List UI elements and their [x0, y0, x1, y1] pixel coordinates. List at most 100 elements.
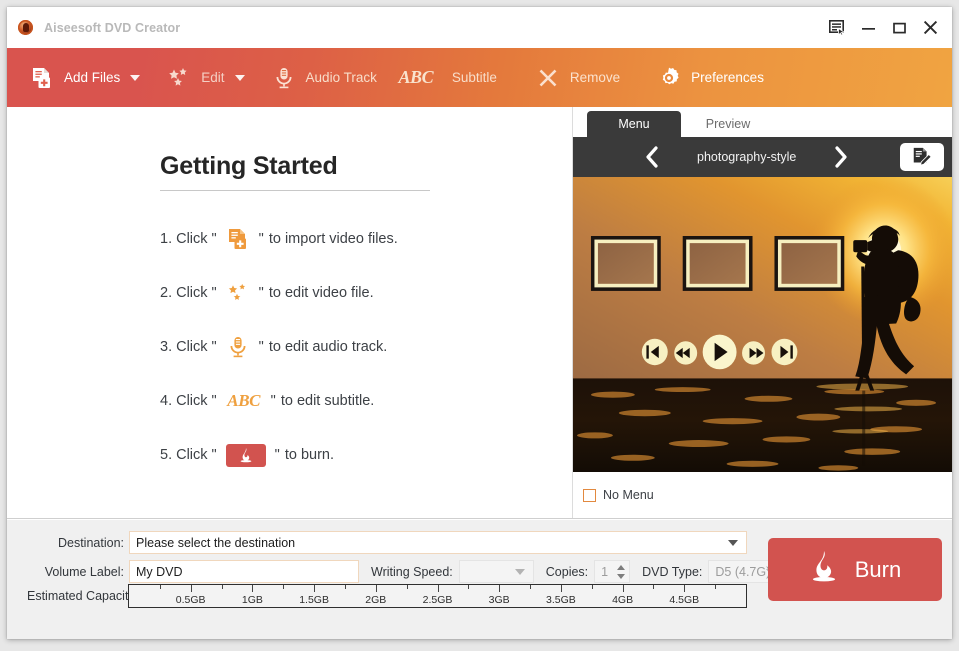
writing-speed-label: Writing Speed: [371, 564, 453, 579]
toolbar-subtitle[interactable]: ABC Subtitle [398, 48, 497, 107]
menu-thumbnail-frames [590, 236, 845, 291]
edit-stars-icon[interactable] [225, 280, 251, 306]
toolbar-label: Remove [569, 70, 621, 85]
capacity-tick-minor [344, 585, 346, 589]
chevron-down-icon[interactable] [130, 74, 141, 81]
capacity-tick-minor [159, 585, 161, 589]
menu-template-selector: photography-style [573, 137, 952, 177]
list-item: 1. Click " " to import video files. [160, 212, 490, 266]
destination-label: Destination: [57, 535, 124, 550]
step-number: 4. [160, 393, 173, 409]
volume-label-input[interactable]: My DVD [129, 560, 359, 583]
quote-open: " [211, 231, 217, 247]
step-text: to burn. [284, 447, 334, 463]
list-item: 3. Click " " to edit audio track. [160, 320, 490, 374]
toolbar-preferences[interactable]: Preferences [656, 48, 764, 107]
chevron-down-icon[interactable] [514, 568, 525, 575]
step-verb: Click [176, 285, 208, 301]
chevron-left-icon[interactable] [635, 137, 669, 177]
capacity-tick-label: 4.5GB [669, 594, 700, 606]
getting-started-title: Getting Started [160, 152, 338, 180]
volume-label-row: Volume Label: My DVD Writing Speed: Copi… [27, 560, 786, 583]
dvd-type-value: D5 (4.7G) [715, 564, 771, 579]
main-content: Getting Started 1. Click " " to import v… [7, 107, 952, 519]
step-number: 1. [160, 231, 173, 247]
copies-value: 1 [601, 564, 609, 579]
capacity-tick-minor [468, 585, 470, 589]
burn-button[interactable]: Burn [768, 538, 942, 601]
toolbar-label: Subtitle [451, 70, 497, 85]
capacity-tick-label: 1.5GB [299, 594, 329, 606]
destination-row: Destination: Please select the destinati… [27, 531, 747, 554]
capacity-ruler: 0.5GB 1GB 1.5GB 2GB 2.5GB 3GB 3.5GB 4GB 4.5GB [128, 584, 747, 608]
page-title: Aiseesoft DVD Creator [44, 20, 181, 35]
menu-template-name: photography-style [697, 150, 797, 164]
capacity-tick-minor [406, 585, 408, 589]
quote-open: " [211, 447, 217, 463]
chevron-down-icon[interactable] [234, 74, 245, 81]
estimated-capacity-label: Estimated Capacity: [27, 589, 139, 603]
close-icon[interactable] [915, 12, 946, 43]
stepper-arrows[interactable] [616, 564, 625, 579]
toolbar-edit[interactable]: Edit [166, 48, 245, 107]
capacity-tick [252, 585, 254, 592]
capacity-tick [437, 585, 439, 592]
application-window: Aiseesoft DVD Creator Add Files Edit Aud… [7, 7, 952, 639]
volume-label-value: My DVD [136, 564, 183, 579]
quote-close: " [258, 231, 264, 247]
toolbar-label: Audio Track [305, 70, 377, 85]
maximize-icon[interactable] [884, 12, 915, 43]
burn-button-icon[interactable] [225, 443, 266, 467]
edit-menu-icon[interactable] [900, 143, 944, 171]
capacity-tick [314, 585, 316, 592]
capacity-tick-label: 3GB [488, 594, 510, 606]
tab-menu[interactable]: Menu [587, 111, 681, 137]
aiseesoft-logo-icon [18, 20, 33, 35]
step-text: to edit subtitle. [280, 393, 375, 409]
abc-icon[interactable]: ABC [225, 388, 263, 414]
step-verb: Click [176, 393, 208, 409]
capacity-tick-label: 2GB [365, 594, 387, 606]
no-menu-checkbox[interactable] [583, 488, 596, 502]
copies-label: Copies: [545, 564, 589, 579]
chevron-right-icon[interactable] [824, 137, 858, 177]
title-bar: Aiseesoft DVD Creator [7, 7, 952, 48]
getting-started-steps: 1. Click " " to import video files. 2. C… [160, 212, 490, 482]
minimize-icon[interactable] [853, 12, 884, 43]
step-number: 2. [160, 285, 173, 301]
getting-started-pane: Getting Started 1. Click " " to import v… [7, 107, 573, 518]
capacity-tick [560, 585, 562, 592]
register-icon[interactable] [822, 12, 853, 43]
burn-button-label: Burn [854, 556, 902, 582]
estimated-capacity-row: Estimated Capacity: [27, 589, 139, 603]
writing-speed-select[interactable] [458, 560, 534, 583]
capacity-tick-minor [591, 585, 593, 589]
no-menu-label: No Menu [603, 488, 654, 502]
capacity-tick-minor [653, 585, 655, 589]
menu-panel: Menu Preview photography-style No Menu [573, 107, 952, 518]
microphone-icon[interactable] [225, 334, 251, 360]
tab-preview[interactable]: Preview [681, 111, 775, 137]
capacity-tick-minor [530, 585, 532, 589]
toolbar-label: Preferences [691, 70, 764, 85]
chevron-down-icon[interactable] [728, 539, 738, 546]
menu-preview-image[interactable] [573, 177, 952, 472]
quote-open: " [211, 393, 217, 409]
add-files-icon [29, 65, 55, 91]
add-files-icon[interactable] [225, 226, 251, 252]
step-number: 5. [160, 447, 173, 463]
dvd-type-label: DVD Type: [642, 564, 703, 579]
capacity-tick-label: 3.5GB [546, 594, 576, 606]
toolbar-remove[interactable]: Remove [535, 48, 620, 107]
list-item: 2. Click " " to edit video file. [160, 266, 490, 320]
toolbar-audio-track[interactable]: Audio Track [271, 48, 377, 107]
capacity-tick-minor [221, 585, 223, 589]
capacity-tick-minor [715, 585, 717, 589]
destination-select[interactable]: Please select the destination [129, 531, 747, 554]
step-text: to edit audio track. [268, 339, 388, 355]
abc-icon: ABC [398, 67, 434, 87]
step-verb: Click [176, 231, 208, 247]
copies-stepper[interactable]: 1 [594, 560, 631, 583]
toolbar-add-files[interactable]: Add Files [29, 48, 141, 107]
edit-stars-icon [166, 65, 192, 91]
